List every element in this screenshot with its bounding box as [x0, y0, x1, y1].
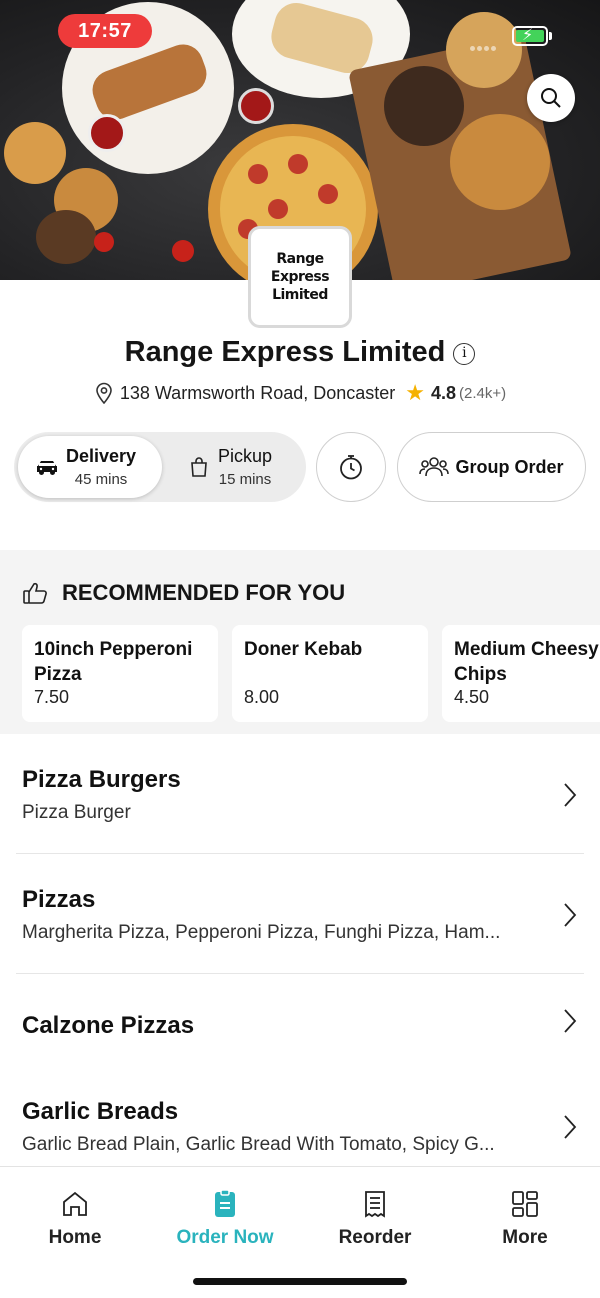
recommended-item-name: 10inch Pepperoni Pizza [34, 637, 206, 687]
category-name: Garlic Breads [22, 1098, 179, 1125]
rating-value: 4.8 [431, 382, 457, 403]
order-mode-toggle: Delivery 45 mins Pickup 15 mins [14, 432, 306, 502]
order-icon [215, 1189, 235, 1217]
thumbs-up-icon [23, 582, 47, 604]
schedule-time-button[interactable] [316, 432, 386, 502]
chevron-right-icon [564, 1115, 577, 1139]
pickup-option[interactable]: Pickup 15 mins [170, 436, 302, 498]
restaurant-name: Range Express Limited [124, 336, 446, 368]
item-name-line: Chips [454, 664, 507, 685]
category-row[interactable]: Pizzas Margherita Pizza, Pepperoni Pizza… [0, 854, 600, 974]
star-icon: ★ [405, 380, 426, 405]
search-icon [541, 88, 561, 108]
rating-count: (2.4k+) [459, 384, 507, 402]
car-icon [37, 461, 57, 475]
nav-reorder[interactable]: Reorder [315, 1189, 435, 1249]
food-burger-right [450, 114, 550, 210]
nav-home-label: Home [48, 1227, 102, 1248]
battery-icon: ⚡ [512, 26, 548, 46]
category-name: Calzone Pizzas [22, 1012, 195, 1039]
food-patty [36, 210, 96, 264]
pickup-time: 15 mins [218, 471, 272, 488]
nav-order-now-label: Order Now [176, 1227, 274, 1248]
delivery-time: 45 mins [74, 471, 128, 488]
recommended-item-name: Doner Kebab [244, 637, 416, 687]
recommended-item-card[interactable]: 10inch Pepperoni Pizza 7.50 [22, 625, 218, 722]
category-name: Pizza Burgers [22, 766, 181, 793]
restaurant-logo-text: Range Express Limited [270, 251, 330, 303]
home-indicator [193, 1278, 407, 1285]
food-sauce-bowl [238, 88, 274, 124]
recommended-title: RECOMMENDED FOR YOU [62, 580, 346, 605]
recommended-item-name: Medium Cheesy Chips [454, 637, 599, 687]
home-icon [63, 1191, 87, 1216]
grid-icon [512, 1191, 538, 1217]
chevron-right-icon [564, 783, 577, 807]
location-pin-icon [96, 382, 112, 404]
restaurant-address: 138 Warmsworth Road, Doncaster [119, 382, 396, 403]
category-description: Garlic Bread Plain, Garlic Bread With To… [22, 1134, 495, 1155]
recommended-item-price: 4.50 [454, 687, 490, 707]
chevron-right-icon [564, 903, 577, 927]
group-order-label: Group Order [455, 456, 564, 477]
item-name-line: Medium Cheesy [454, 639, 599, 660]
restaurant-logo: Range Express Limited [248, 226, 352, 328]
recommended-section: RECOMMENDED FOR YOU 10inch Pepperoni Piz… [0, 550, 600, 734]
restaurant-title: Range Express Limited i [0, 336, 600, 369]
food-tomato2 [94, 232, 114, 252]
stopwatch-icon [340, 455, 362, 480]
group-order-button[interactable]: Group Order [397, 432, 586, 502]
nav-order-now[interactable]: Order Now [165, 1189, 285, 1249]
category-row[interactable]: Garlic Breads Garlic Bread Plain, Garlic… [0, 1070, 600, 1166]
item-name-line: Doner Kebab [244, 639, 363, 660]
status-time: 17:57 [58, 14, 152, 48]
food-tomato [172, 240, 194, 262]
nav-reorder-label: Reorder [338, 1227, 412, 1248]
delivery-option[interactable]: Delivery 45 mins [18, 436, 162, 498]
shopping-bag-icon [191, 457, 207, 477]
pickup-label: Pickup [218, 446, 273, 466]
cellular-signal-icon [470, 38, 504, 51]
recommended-item-price: 7.50 [34, 687, 70, 707]
recommended-heading: RECOMMENDED FOR YOU [22, 580, 345, 606]
category-row[interactable]: Pizza Burgers Pizza Burger [0, 734, 600, 854]
nav-home[interactable]: Home [15, 1189, 135, 1249]
recommended-item-price: 8.00 [244, 687, 280, 707]
category-row[interactable]: Calzone Pizzas [0, 974, 600, 1070]
nav-more[interactable]: More [465, 1189, 585, 1249]
group-people-icon [419, 457, 450, 477]
info-icon[interactable]: i [453, 343, 476, 365]
address-rating-row: 138 Warmsworth Road, Doncaster ★ 4.8 (2.… [0, 380, 600, 406]
battery-tip [549, 32, 552, 40]
delivery-label: Delivery [66, 446, 137, 466]
category-description: Margherita Pizza, Pepperoni Pizza, Fungh… [22, 922, 501, 943]
recommended-item-card[interactable]: Doner Kebab 8.00 [232, 625, 428, 722]
category-name: Pizzas [22, 886, 96, 913]
category-description: Pizza Burger [22, 802, 131, 823]
item-name-line: 10inch Pepperoni [34, 639, 193, 660]
search-button[interactable] [527, 74, 575, 122]
item-name-line: Pizza [34, 664, 82, 685]
nav-more-label: More [502, 1227, 548, 1248]
receipt-icon [365, 1191, 385, 1218]
food-burger-left [4, 122, 66, 184]
recommended-item-card[interactable]: Medium Cheesy Chips 4.50 [442, 625, 600, 722]
chevron-right-icon [564, 1009, 577, 1033]
food-burger-patty [384, 66, 464, 146]
